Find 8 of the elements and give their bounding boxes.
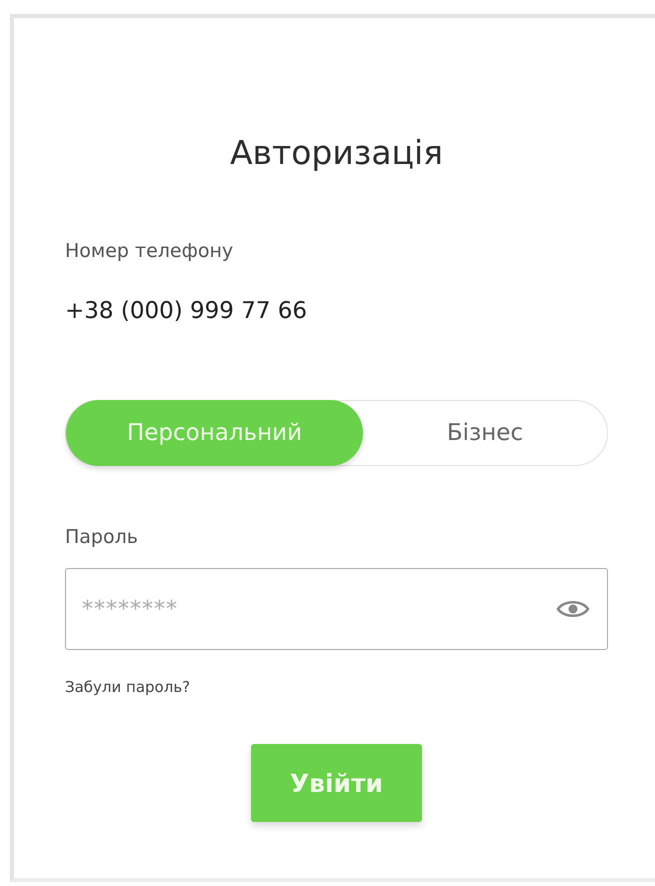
phone-label: Номер телефону — [65, 239, 234, 264]
forgot-password-link[interactable]: Забули пароль? — [65, 676, 190, 698]
password-label: Пароль — [65, 525, 139, 550]
password-field[interactable]: ******** — [65, 568, 608, 650]
phone-number: +38 (000) 999 77 66 — [65, 297, 308, 326]
eye-icon[interactable] — [556, 598, 590, 620]
page-title: Авторизація — [228, 132, 444, 174]
account-type-tab[interactable]: Бізнес — [363, 400, 607, 466]
